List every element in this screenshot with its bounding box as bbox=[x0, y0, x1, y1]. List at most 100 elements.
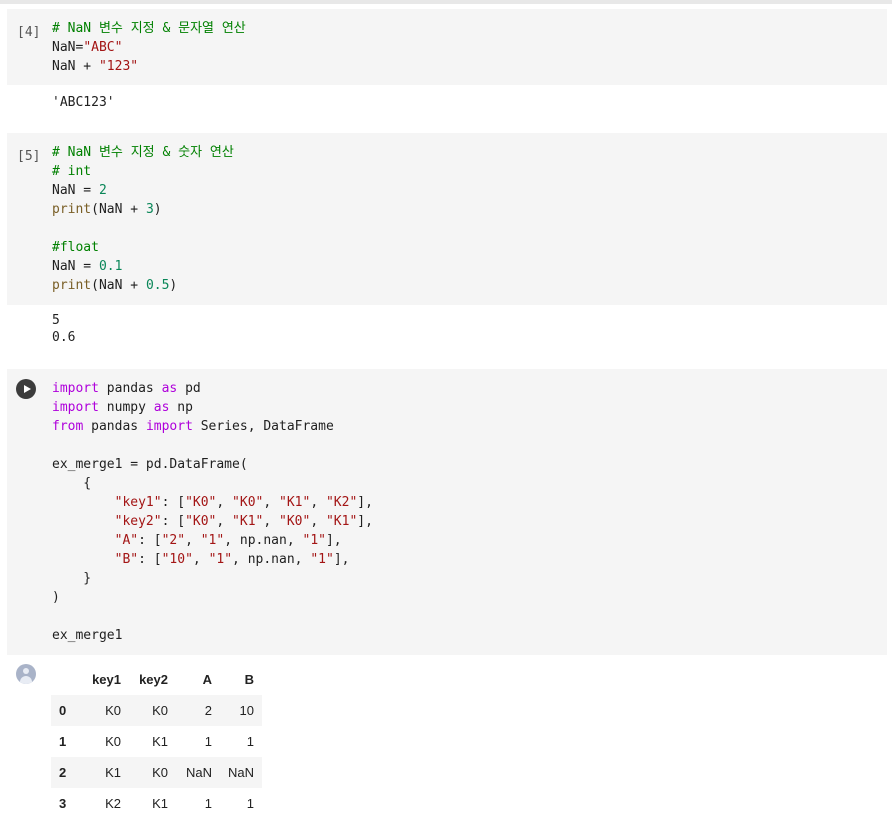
code-token: ], bbox=[333, 552, 350, 567]
table-cell: K0 bbox=[152, 765, 168, 780]
code-line: } bbox=[52, 569, 373, 588]
code-token: : [ bbox=[138, 533, 162, 548]
code-line: ) bbox=[52, 588, 373, 607]
code-token: , bbox=[263, 495, 280, 510]
cell-output-text: 5 0.6 bbox=[52, 313, 76, 345]
code-token: "K0" bbox=[232, 495, 264, 510]
code-token: , np.nan, bbox=[224, 533, 303, 548]
user-avatar-icon bbox=[16, 664, 36, 684]
play-circle-icon[interactable] bbox=[16, 379, 36, 399]
code-line: from pandas import Series, DataFrame bbox=[52, 417, 373, 436]
code-cell-active[interactable]: import pandas as pd import numpy as np fro… bbox=[7, 369, 887, 655]
table-cell: K2 bbox=[105, 796, 121, 811]
execution-count: [4] bbox=[17, 25, 41, 40]
code-line: # int bbox=[52, 162, 234, 181]
code-token: ], bbox=[357, 495, 373, 510]
row-index: 3 bbox=[59, 796, 67, 811]
code-token: "ABC" bbox=[83, 40, 123, 55]
code-token: Series, DataFrame bbox=[192, 419, 334, 434]
code-line: import numpy as np bbox=[52, 398, 373, 417]
code-line: NaN + "123" bbox=[52, 57, 246, 76]
code-line: "key2": ["K0", "K1", "K0", "K1"], bbox=[52, 512, 373, 531]
code-line: print(NaN + 3) bbox=[52, 200, 234, 219]
code-token: "K0" bbox=[279, 514, 311, 529]
table-cell: K0 bbox=[152, 703, 168, 718]
code-token: as bbox=[161, 381, 178, 396]
code-token: #float bbox=[52, 240, 99, 255]
table-cell: 1 bbox=[204, 734, 212, 749]
code-token: np bbox=[169, 400, 193, 415]
column-header-index bbox=[51, 664, 81, 695]
code-cell-4[interactable]: [4] # NaN 변수 지정 & 문자열 연산 NaN="ABC" NaN + "… bbox=[7, 9, 887, 85]
code-token: : [ bbox=[161, 514, 186, 529]
code-line: "key1": ["K0", "K0", "K1", "K2"], bbox=[52, 493, 373, 512]
code-token: pd bbox=[177, 381, 201, 396]
code-editor[interactable]: # NaN 변수 지정 & 문자열 연산 NaN="ABC" NaN + "123" bbox=[52, 19, 246, 76]
code-token: , bbox=[216, 495, 233, 510]
code-token: , bbox=[216, 514, 233, 529]
execution-count: [5] bbox=[17, 149, 41, 164]
code-token: "1" bbox=[310, 552, 334, 567]
code-token: "K1" bbox=[232, 514, 264, 529]
code-token: ex_merge1 bbox=[52, 628, 123, 643]
table-cell: K1 bbox=[152, 796, 168, 811]
code-token: , bbox=[310, 514, 326, 529]
code-line: ex_merge1 = pd.DataFrame( bbox=[52, 455, 373, 474]
code-token: import bbox=[145, 419, 193, 434]
code-token: "K1" bbox=[279, 495, 311, 510]
code-token: 2 bbox=[98, 183, 107, 198]
table-cell: 1 bbox=[204, 796, 212, 811]
code-token: : [ bbox=[138, 552, 162, 567]
code-token: print bbox=[52, 202, 92, 217]
row-index: 1 bbox=[59, 734, 67, 749]
code-editor[interactable]: # NaN 변수 지정 & 숫자 연산 # int NaN = 2 print(NaN… bbox=[52, 143, 234, 295]
code-line: # NaN 변수 지정 & 문자열 연산 bbox=[52, 19, 246, 38]
table-cell: K0 bbox=[105, 734, 121, 749]
row-index: 0 bbox=[59, 703, 67, 718]
table-cell: NaN bbox=[228, 765, 255, 780]
code-line: #float bbox=[52, 238, 234, 257]
code-token: # NaN 변수 지정 & 문자열 연산 bbox=[52, 21, 246, 36]
code-token: "K0" bbox=[185, 514, 217, 529]
column-header-key1: key1 bbox=[92, 672, 121, 687]
table-cell: K0 bbox=[105, 703, 121, 718]
table-cell: NaN bbox=[185, 765, 212, 780]
code-token: (NaN + bbox=[91, 202, 146, 217]
code-line: "B": ["10", "1", np.nan, "1"], bbox=[52, 550, 373, 569]
code-token: ) bbox=[52, 590, 60, 605]
code-token: , bbox=[263, 514, 280, 529]
code-token: , np.nan, bbox=[232, 552, 311, 567]
table-cell: 1 bbox=[246, 796, 255, 811]
code-token: "key1" bbox=[114, 495, 162, 510]
table-row: 0 K0 K0 2 10 bbox=[51, 695, 263, 726]
code-token: , bbox=[192, 552, 209, 567]
code-token: # int bbox=[52, 164, 92, 179]
code-token: "1" bbox=[302, 533, 326, 548]
code-token: : [ bbox=[161, 495, 186, 510]
code-line: # NaN 변수 지정 & 숫자 연산 bbox=[52, 143, 234, 162]
code-editor[interactable]: import pandas as pd import numpy as np fro… bbox=[52, 379, 373, 645]
code-token: { bbox=[52, 476, 92, 491]
code-token: "10" bbox=[161, 552, 193, 567]
code-token: # NaN 변수 지정 & 숫자 연산 bbox=[52, 145, 234, 160]
column-header-a: A bbox=[202, 672, 212, 687]
code-token: "2" bbox=[161, 533, 186, 548]
table-row: 1 K0 K1 1 1 bbox=[51, 726, 262, 757]
code-token: ], bbox=[357, 514, 373, 529]
code-token: , bbox=[310, 495, 326, 510]
code-token: "K2" bbox=[325, 495, 358, 510]
table-cell: 2 bbox=[204, 703, 212, 718]
code-cell-5[interactable]: [5] # NaN 변수 지정 & 숫자 연산 # int NaN = 2 print… bbox=[7, 133, 887, 305]
code-line: "A": ["2", "1", np.nan, "1"], bbox=[52, 531, 373, 550]
column-header-key2: key2 bbox=[139, 672, 168, 687]
cell-output-text: 'ABC123' bbox=[52, 95, 115, 110]
table-cell: K1 bbox=[152, 734, 168, 749]
code-token: import bbox=[52, 400, 99, 415]
code-token: "B" bbox=[114, 552, 139, 567]
code-token: pandas bbox=[98, 381, 162, 396]
